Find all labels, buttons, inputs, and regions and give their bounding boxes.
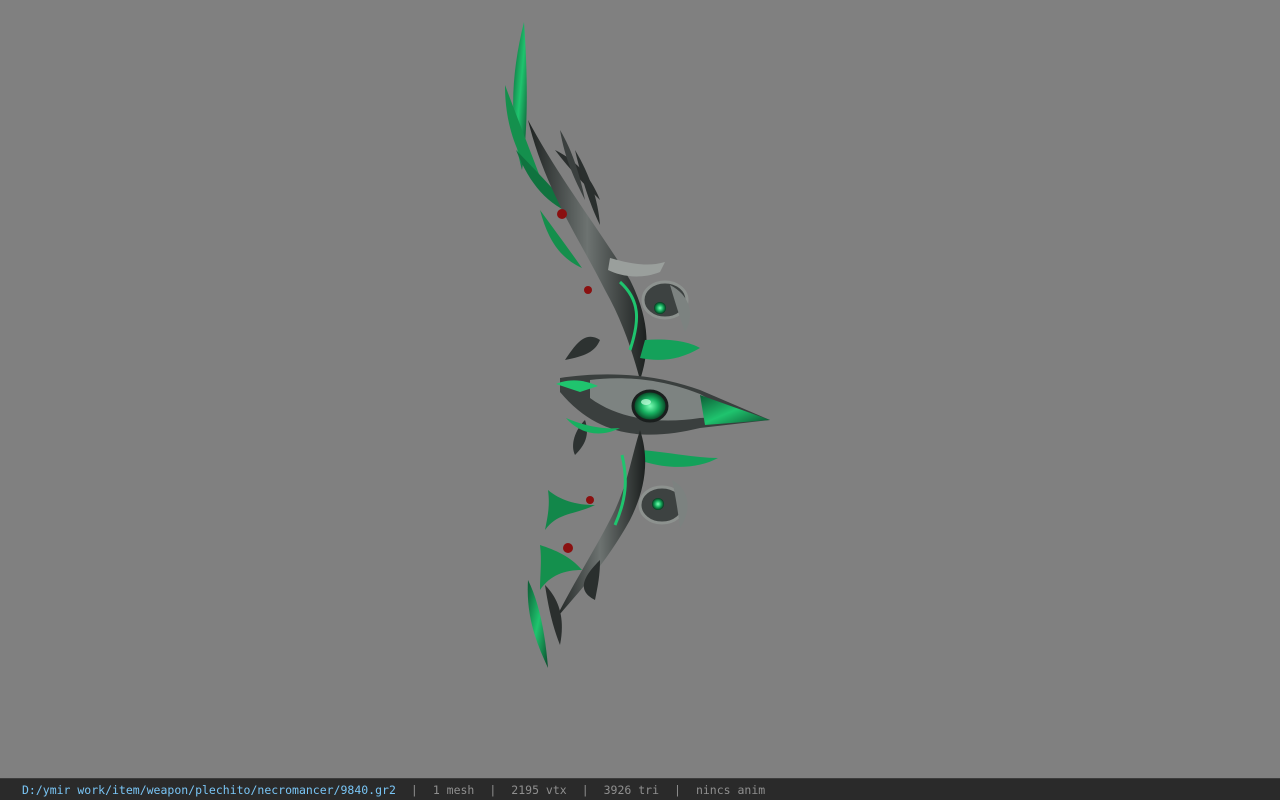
status-bar: D:/ymir work/item/weapon/plechito/necrom… [0, 778, 1280, 800]
vertex-count: 2195 vtx [511, 782, 567, 797]
bow-grip [556, 336, 770, 467]
weapon-model [505, 22, 770, 668]
3d-viewport[interactable] [0, 0, 1280, 778]
separator: | [581, 782, 589, 797]
separator: | [410, 782, 418, 797]
triangle-count: 3926 tri [603, 782, 660, 797]
separator: | [674, 782, 681, 797]
separator: | [489, 782, 497, 797]
model-path: D:/ymir work/item/weapon/plechito/necrom… [22, 782, 396, 797]
mesh-count: 1 mesh [432, 782, 475, 797]
animation-status: nincs anim [695, 782, 766, 797]
